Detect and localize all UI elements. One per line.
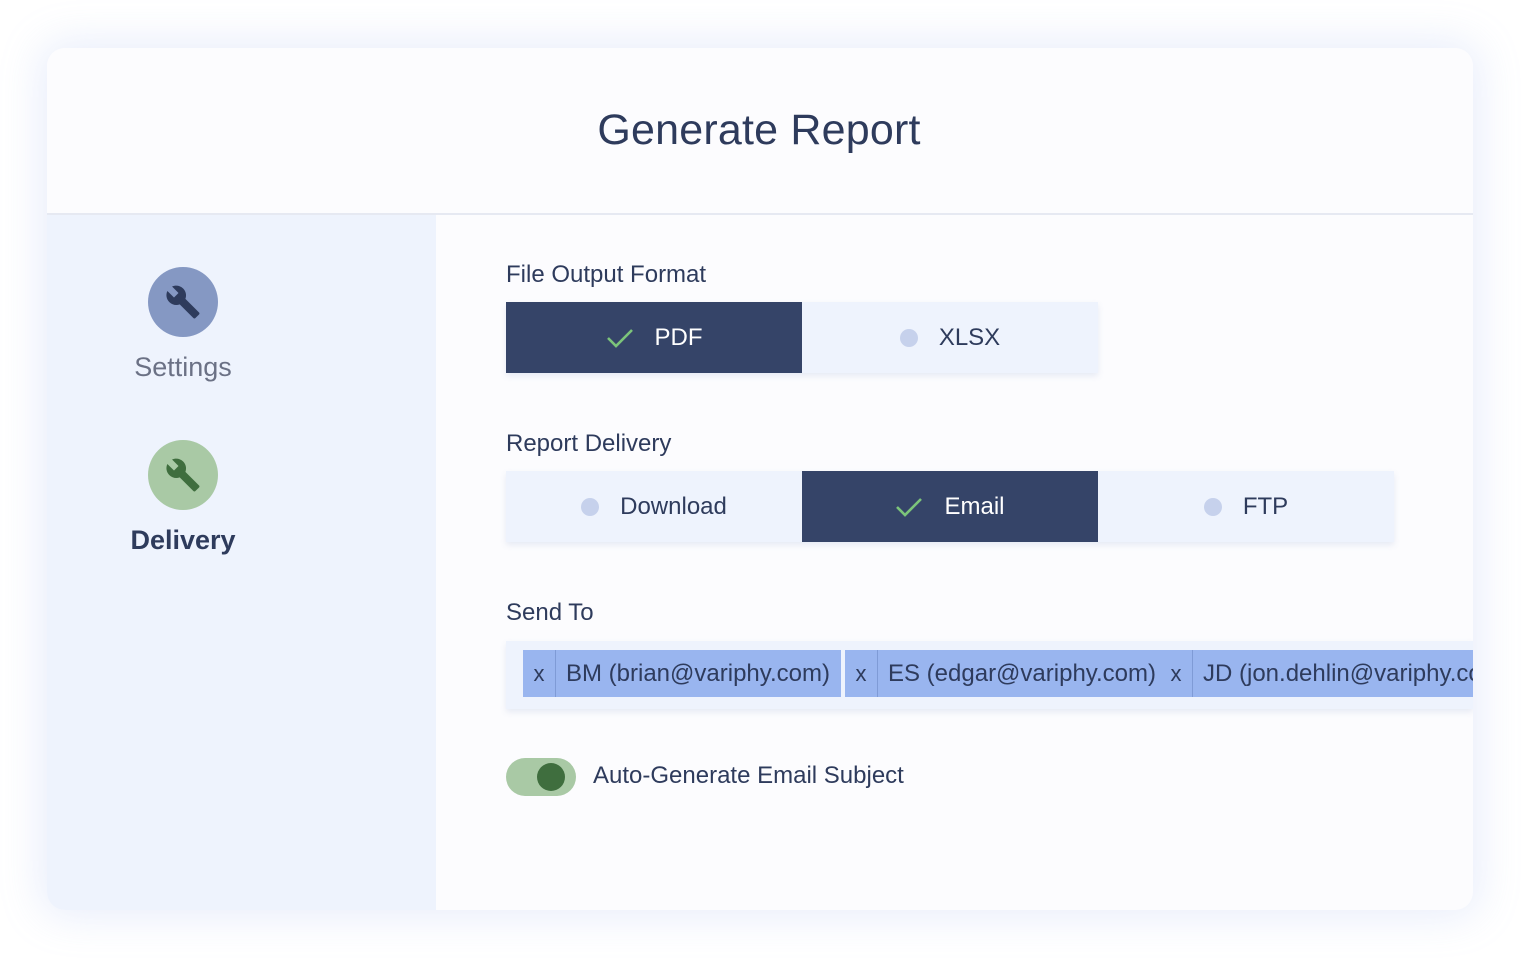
radio-dot-icon (581, 497, 600, 516)
send-to-input[interactable]: x BM (brian@variphy.com) x ES (edgar@var… (506, 641, 1473, 709)
generate-report-dialog: Generate Report Settings Delivery File O… (47, 48, 1473, 910)
remove-recipient-button[interactable]: x (845, 650, 878, 697)
remove-recipient-button[interactable]: x (1160, 650, 1193, 697)
sidebar-item-label: Settings (134, 352, 232, 382)
option-label: PDF (654, 323, 703, 351)
recipient-chip: x JD (jon.dehlin@variphy.com) (1160, 650, 1473, 697)
radio-dot-icon (1203, 497, 1222, 516)
recipient-text: BM (brian@variphy.com) (566, 659, 830, 687)
wrench-icon (148, 267, 218, 337)
option-pdf[interactable]: PDF (506, 302, 802, 373)
wrench-icon (148, 440, 218, 510)
option-email[interactable]: Email (802, 471, 1098, 542)
recipient-chip: x ES (edgar@variphy.com) (845, 650, 1168, 697)
radio-dot-icon (899, 328, 918, 347)
option-label: XLSX (938, 323, 1001, 351)
recipient-chip: x BM (brian@variphy.com) (523, 650, 841, 697)
option-download[interactable]: Download (506, 471, 802, 542)
option-label: Download (620, 492, 727, 520)
dialog-header: Generate Report (47, 48, 1473, 215)
file-output-format-selector: PDF XLSX (506, 302, 1098, 373)
sidebar-item-delivery[interactable]: Delivery (47, 440, 319, 556)
toggle-knob (537, 763, 565, 791)
option-ftp[interactable]: FTP (1098, 471, 1394, 542)
auto-generate-subject-label: Auto-Generate Email Subject (593, 762, 904, 789)
recipient-text: JD (jon.dehlin@variphy.com) (1203, 659, 1473, 687)
page-title: Generate Report (597, 106, 921, 154)
sidebar-item-settings[interactable]: Settings (47, 267, 319, 383)
option-label: FTP (1242, 492, 1289, 520)
send-to-label: Send To (506, 599, 594, 626)
auto-generate-subject-toggle[interactable] (506, 758, 576, 796)
file-output-format-label: File Output Format (506, 261, 707, 288)
sidebar-item-label: Delivery (130, 525, 236, 555)
check-icon (896, 497, 923, 517)
report-delivery-label: Report Delivery (506, 430, 672, 457)
option-xlsx[interactable]: XLSX (802, 302, 1098, 373)
recipient-text: ES (edgar@variphy.com) (888, 659, 1157, 687)
sidebar: Settings Delivery (47, 215, 436, 910)
report-delivery-selector: Download Email FTP (506, 471, 1394, 542)
remove-recipient-button[interactable]: x (523, 650, 556, 697)
check-icon (606, 328, 633, 348)
option-label: Email (944, 492, 1005, 520)
main-content: File Output Format PDF XLSX Report Deliv… (436, 215, 1473, 910)
